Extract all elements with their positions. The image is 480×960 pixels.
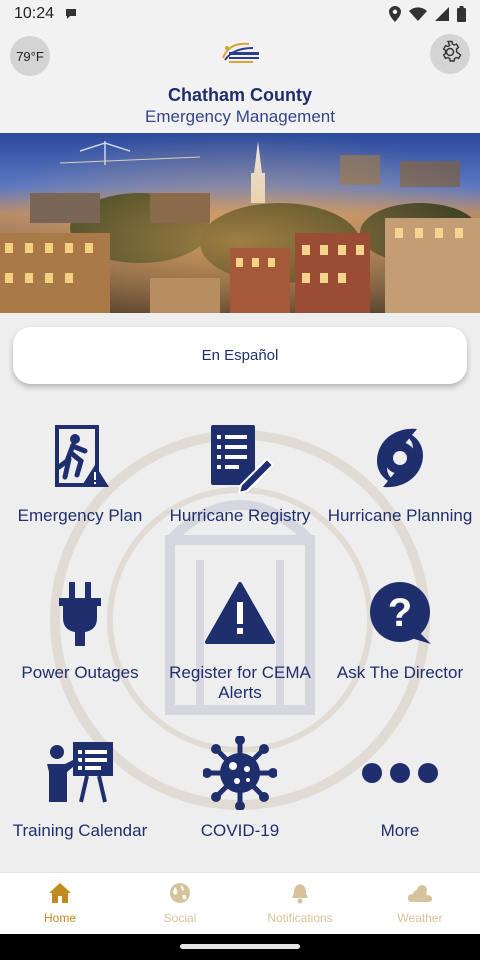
power-plug-icon (40, 575, 120, 655)
nav-notifications[interactable]: Notifications (240, 873, 360, 934)
status-bar: 10:24 (0, 0, 480, 28)
emergency-exit-icon (40, 418, 120, 498)
question-bubble-icon: ? (360, 575, 440, 655)
bell-icon (289, 882, 311, 907)
page-subtitle: Emergency Management (145, 107, 335, 126)
tile-ask-the-director[interactable]: ? Ask The Director (320, 575, 480, 725)
settings-button[interactable] (430, 34, 470, 74)
tile-hurricane-registry[interactable]: Hurricane Registry (160, 418, 320, 568)
tile-label: Hurricane Planning (327, 506, 473, 525)
tile-emergency-plan[interactable]: Emergency Plan (0, 418, 160, 568)
tile-label: COVID-19 (200, 821, 280, 840)
virus-icon (200, 733, 280, 813)
tile-register-cema-alerts[interactable]: Register for CEMA Alerts (160, 575, 320, 725)
nav-label: Weather (397, 911, 443, 925)
app-header: 79°F Chatham County Emergency Management (0, 28, 480, 133)
tile-label: Hurricane Registry (169, 506, 311, 525)
tile-training-calendar[interactable]: Training Calendar (0, 733, 160, 883)
tile-covid-19[interactable]: COVID-19 (160, 733, 320, 883)
svg-text:?: ? (388, 591, 412, 635)
tile-hurricane-planning[interactable]: Hurricane Planning (320, 418, 480, 568)
tile-label: Register for CEMA Alerts (169, 663, 311, 702)
tile-label: Emergency Plan (17, 506, 143, 525)
home-gesture-handle[interactable] (180, 944, 300, 949)
system-navigation-bar (0, 934, 480, 960)
gear-icon (438, 40, 462, 69)
nav-label: Notifications (267, 911, 333, 925)
tile-label: Training Calendar (12, 821, 148, 840)
tile-label: More (380, 821, 420, 840)
tile-power-outages[interactable]: Power Outages (0, 575, 160, 725)
wifi-icon (409, 7, 427, 21)
presentation-icon (40, 733, 120, 813)
home-icon (48, 882, 72, 907)
page-title: Chatham County (168, 85, 312, 105)
nav-home[interactable]: Home (0, 873, 120, 934)
more-dots-icon (360, 733, 440, 813)
chat-notification-icon (64, 7, 78, 21)
globe-icon (169, 882, 191, 907)
tile-more[interactable]: More (320, 733, 480, 883)
status-time: 10:24 (14, 5, 55, 22)
hurricane-icon (360, 418, 440, 498)
tile-label: Ask The Director (336, 663, 464, 682)
weather-icon (407, 882, 433, 907)
city-skyline-image (0, 133, 480, 313)
nav-label: Home (43, 911, 76, 925)
cema-logo (219, 40, 263, 68)
warning-triangle-icon (200, 575, 280, 655)
location-icon (389, 6, 401, 22)
nav-social[interactable]: Social (120, 873, 240, 934)
registry-document-icon (200, 418, 280, 498)
en-espanol-button[interactable]: En Español (13, 327, 467, 384)
nav-weather[interactable]: Weather (360, 873, 480, 934)
signal-icon (435, 7, 449, 21)
battery-icon (457, 6, 466, 22)
nav-label: Social (163, 911, 197, 925)
bottom-navigation: Home Social Notifications Weather (0, 872, 480, 934)
temperature-badge[interactable]: 79°F (10, 36, 50, 76)
tile-label: Power Outages (21, 663, 139, 682)
